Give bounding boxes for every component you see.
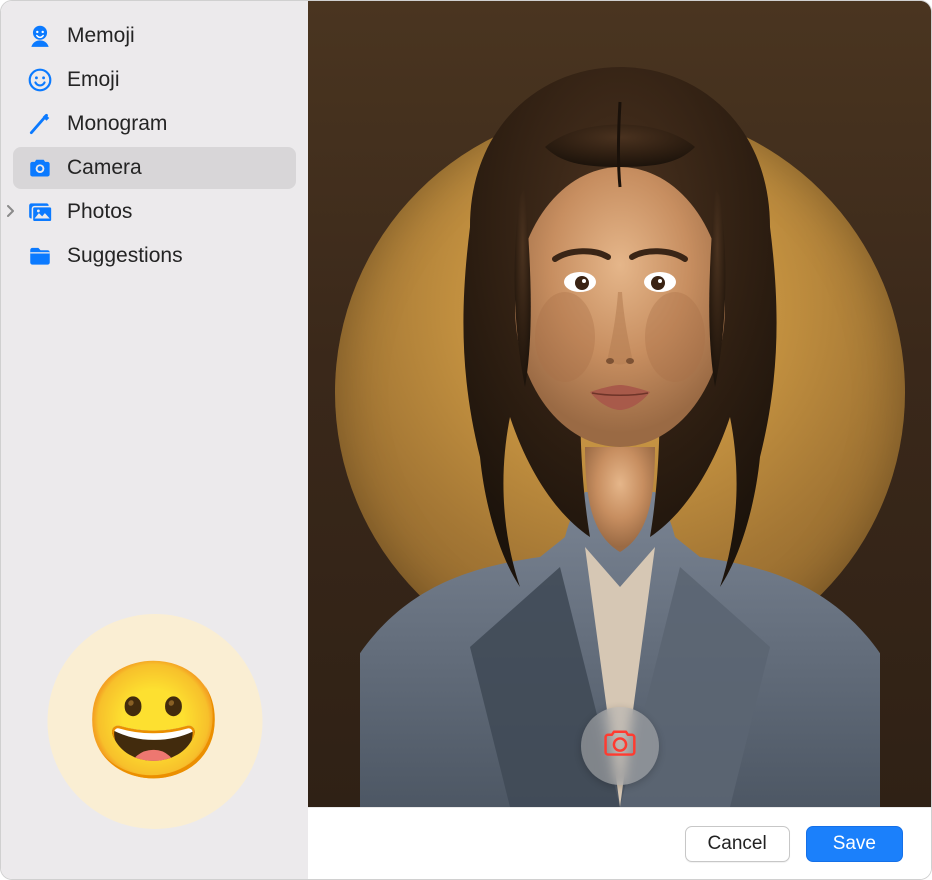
- sidebar-item-monogram[interactable]: Monogram: [13, 103, 296, 145]
- sidebar-item-suggestions[interactable]: Suggestions: [13, 235, 296, 277]
- monogram-icon: [27, 111, 53, 137]
- camera-icon: [27, 155, 53, 181]
- memoji-icon: [27, 23, 53, 49]
- chevron-right-icon: [7, 205, 15, 220]
- sidebar-item-label: Photos: [67, 200, 282, 224]
- sidebar-item-label: Suggestions: [67, 244, 282, 268]
- main-pane: Cancel Save: [308, 1, 931, 879]
- profile-picture-dialog: Memoji Emoji Monogram Camera: [0, 0, 932, 880]
- current-profile-preview: 😀: [47, 614, 262, 829]
- preview-emoji: 😀: [83, 654, 226, 789]
- sidebar-item-emoji[interactable]: Emoji: [13, 59, 296, 101]
- save-button[interactable]: Save: [806, 826, 903, 862]
- sidebar-item-camera[interactable]: Camera: [13, 147, 296, 189]
- sidebar-item-label: Memoji: [67, 24, 282, 48]
- camera-capture-icon: [600, 724, 640, 769]
- photos-icon: [27, 199, 53, 225]
- sidebar: Memoji Emoji Monogram Camera: [1, 1, 308, 879]
- camera-viewfinder: [308, 1, 931, 807]
- sidebar-item-label: Monogram: [67, 112, 282, 136]
- dialog-footer: Cancel Save: [308, 807, 931, 879]
- shutter-button[interactable]: [581, 707, 659, 785]
- sidebar-list: Memoji Emoji Monogram Camera: [13, 15, 296, 277]
- cancel-button[interactable]: Cancel: [685, 826, 790, 862]
- camera-subject-face: [360, 47, 880, 807]
- sidebar-item-label: Camera: [67, 156, 282, 180]
- sidebar-item-memoji[interactable]: Memoji: [13, 15, 296, 57]
- sidebar-item-label: Emoji: [67, 68, 282, 92]
- sidebar-item-photos[interactable]: Photos: [13, 191, 296, 233]
- suggestions-icon: [27, 243, 53, 269]
- emoji-icon: [27, 67, 53, 93]
